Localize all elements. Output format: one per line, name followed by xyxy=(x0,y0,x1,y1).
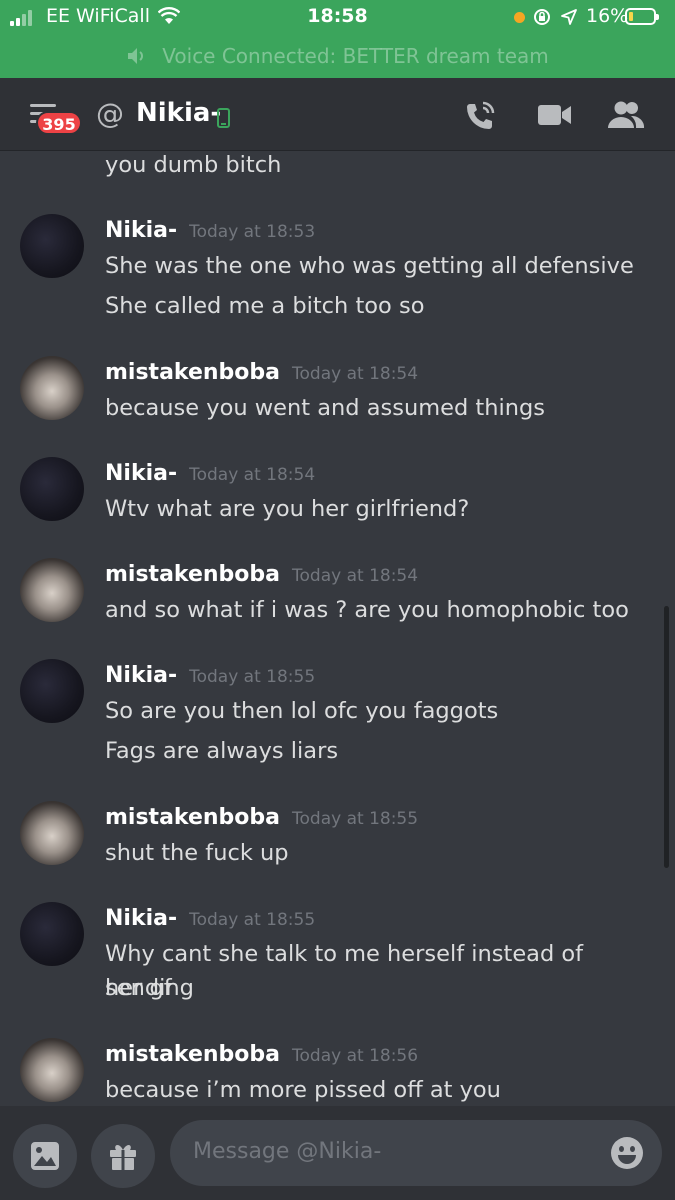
avatar[interactable] xyxy=(20,801,84,865)
battery-icon xyxy=(625,8,659,25)
message-text: She was the one who was getting all defe… xyxy=(105,253,634,279)
message-text: Wtv what are you her girlfriend? xyxy=(105,496,470,522)
message-author[interactable]: mistakenboba Today at 18:56 xyxy=(105,1042,418,1067)
message-input[interactable]: Message @Nikia- xyxy=(170,1120,662,1186)
message-author[interactable]: mistakenboba Today at 18:55 xyxy=(105,805,418,830)
status-bar: EE WiFiCall 18:58 16% Voice Connected: B… xyxy=(0,0,675,78)
avatar[interactable] xyxy=(20,659,84,723)
location-arrow-icon xyxy=(561,9,577,25)
voice-banner-text: Voice Connected: BETTER dream team xyxy=(162,44,549,68)
message-timestamp: Today at 18:53 xyxy=(189,222,316,242)
message-timestamp: Today at 18:54 xyxy=(292,364,419,384)
image-icon xyxy=(31,1142,59,1170)
message-text: and so what if i was ? are you homophobi… xyxy=(105,597,629,623)
message-text: She called me a bitch too so xyxy=(105,293,425,319)
message-text: because you went and assumed things xyxy=(105,395,546,421)
message-timestamp: Today at 18:55 xyxy=(189,910,316,930)
message-timestamp: Today at 18:55 xyxy=(292,809,419,829)
message-text: her gf xyxy=(105,975,172,1001)
speaker-icon xyxy=(128,48,144,64)
video-icon[interactable] xyxy=(537,100,573,130)
mic-in-use-indicator xyxy=(514,12,525,23)
message-list[interactable]: you dumb bitch Nikia- Today at 18:53 She … xyxy=(0,150,675,1106)
message-timestamp: Today at 18:55 xyxy=(189,667,316,687)
call-icon[interactable] xyxy=(464,100,496,132)
avatar[interactable] xyxy=(20,1038,84,1102)
avatar[interactable] xyxy=(20,457,84,521)
members-icon[interactable] xyxy=(607,100,645,130)
message-author[interactable]: Nikia- Today at 18:53 xyxy=(105,218,315,243)
message-author[interactable]: Nikia- Today at 18:55 xyxy=(105,906,315,931)
channel-header: 395 @ Nikia- xyxy=(0,78,675,150)
message-text: So are you then lol ofc you faggots xyxy=(105,698,499,724)
gift-button[interactable] xyxy=(91,1124,155,1188)
message-text: because i’m more pissed off at you xyxy=(105,1077,501,1103)
upload-image-button[interactable] xyxy=(13,1124,77,1188)
dm-title[interactable]: Nikia- xyxy=(136,98,221,128)
message-text: shut the fuck up xyxy=(105,840,289,866)
emoji-icon[interactable] xyxy=(610,1136,644,1170)
gift-icon xyxy=(110,1145,136,1170)
message-author[interactable]: Nikia- Today at 18:55 xyxy=(105,663,315,688)
avatar[interactable] xyxy=(20,558,84,622)
avatar[interactable] xyxy=(20,356,84,420)
avatar[interactable] xyxy=(20,214,84,278)
message-author[interactable]: Nikia- Today at 18:54 xyxy=(105,461,315,486)
unread-badge: 395 xyxy=(36,111,82,135)
message-author[interactable]: mistakenboba Today at 18:54 xyxy=(105,562,418,587)
avatar[interactable] xyxy=(20,902,84,966)
at-icon: @ xyxy=(96,97,124,130)
message-composer: Message @Nikia- xyxy=(0,1106,675,1200)
mobile-phone-icon xyxy=(217,108,230,128)
message-timestamp: Today at 18:54 xyxy=(292,566,419,586)
message-author[interactable]: mistakenboba Today at 18:54 xyxy=(105,360,418,385)
message-text: Fags are always liars xyxy=(105,738,339,764)
battery-percent: 16% xyxy=(586,5,629,27)
message-timestamp: Today at 18:56 xyxy=(292,1046,419,1066)
rotation-lock-icon xyxy=(534,9,550,25)
message-input-placeholder: Message @Nikia- xyxy=(193,1139,382,1164)
scrollbar[interactable] xyxy=(664,606,669,868)
message-text: you dumb bitch xyxy=(105,152,282,178)
message-timestamp: Today at 18:54 xyxy=(189,465,316,485)
voice-connected-banner[interactable]: Voice Connected: BETTER dream team xyxy=(0,40,675,72)
